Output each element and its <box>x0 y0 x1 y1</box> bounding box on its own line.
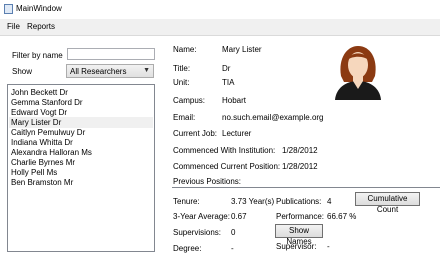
main-window: MainWindow File Reports Filter by name S… <box>0 0 440 257</box>
commenced-institution-label: Commenced With Institution: <box>173 146 276 155</box>
current-job-value: Lecturer <box>222 129 252 138</box>
supervisions-label: Supervisions: <box>173 228 222 237</box>
publications-label: Publications: <box>276 197 322 206</box>
campus-value: Hobart <box>222 96 247 105</box>
supervisor-label: Supervisor: <box>276 242 317 251</box>
previous-positions-list[interactable] <box>172 187 440 188</box>
filter-label: Filter by name <box>12 51 63 60</box>
menu-bar: File Reports <box>0 19 440 36</box>
three-year-average-label: 3-Year Average: <box>173 212 230 221</box>
supervisor-value: - <box>327 242 330 251</box>
email-value: no.such.email@example.org <box>222 113 324 122</box>
chevron-down-icon[interactable]: ▼ <box>143 67 150 74</box>
list-item[interactable]: Ben Bramston Mr <box>9 177 153 188</box>
title-label: Title: <box>173 64 191 73</box>
performance-value: 66.67 % <box>327 212 357 221</box>
tenure-label: Tenure: <box>173 197 200 206</box>
unit-label: Unit: <box>173 78 190 87</box>
publications-value: 4 <box>327 197 332 206</box>
window-icon <box>4 4 13 14</box>
unit-value: TIA <box>222 78 235 87</box>
performance-label: Performance: <box>276 212 325 221</box>
menu-reports[interactable]: Reports <box>25 21 57 32</box>
window-title: MainWindow <box>16 4 62 13</box>
menu-file[interactable]: File <box>5 21 22 32</box>
degree-value: - <box>231 244 234 253</box>
title-value: Dr <box>222 64 231 73</box>
degree-label: Degree: <box>173 244 202 253</box>
title-bar: MainWindow <box>0 0 440 20</box>
commenced-institution-value: 1/28/2012 <box>282 146 318 155</box>
commenced-position-label: Commenced Current Position: <box>173 162 281 171</box>
show-combobox[interactable]: All Researchers ▼ <box>66 64 154 78</box>
previous-positions-label: Previous Positions: <box>173 177 242 186</box>
tenure-value: 3.73 Year(s) <box>231 197 275 206</box>
show-names-button[interactable]: Show Names <box>275 224 323 246</box>
current-job-label: Current Job: <box>173 129 218 138</box>
commenced-position-value: 1/28/2012 <box>282 162 318 171</box>
name-value: Mary Lister <box>222 45 262 54</box>
show-combobox-value: All Researchers <box>70 67 127 76</box>
name-label: Name: <box>173 45 197 54</box>
campus-label: Campus: <box>173 96 206 105</box>
female-avatar-icon <box>332 40 384 100</box>
email-label: Email: <box>173 113 196 122</box>
filter-input[interactable] <box>67 48 155 60</box>
supervisions-value: 0 <box>231 228 236 237</box>
show-label: Show <box>12 67 33 76</box>
three-year-average-value: 0.67 <box>231 212 247 221</box>
cumulative-count-button[interactable]: Cumulative Count <box>355 192 420 214</box>
researcher-list[interactable]: John Beckett Dr Gemma Stanford Dr Edward… <box>7 84 155 252</box>
